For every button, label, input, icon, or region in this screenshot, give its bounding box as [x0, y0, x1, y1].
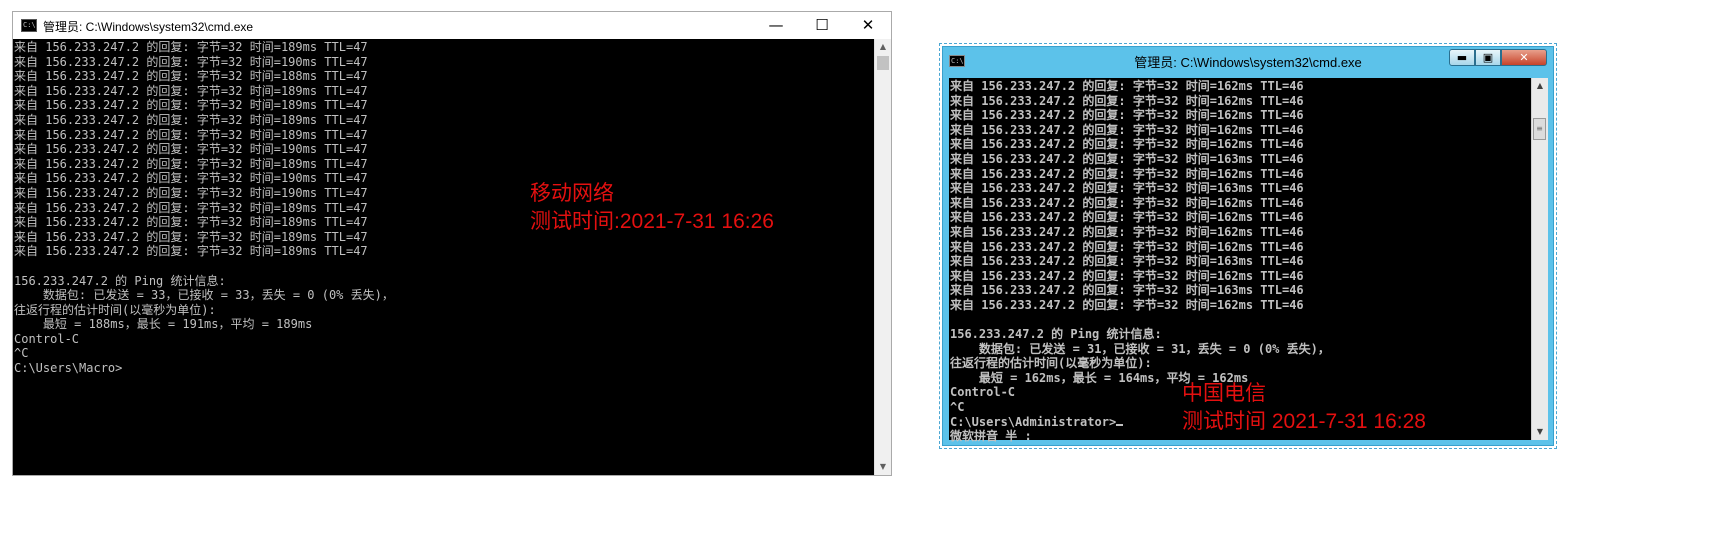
maximize-button[interactable]: ☐	[799, 12, 845, 39]
console-line: 来自 156.233.247.2 的回复: 字节=32 时间=189ms TTL…	[14, 98, 368, 113]
console-line: 数据包: 已发送 = 31，已接收 = 31，丢失 = 0 (0% 丢失)，	[950, 341, 1330, 356]
console-line: 来自 156.233.247.2 的回复: 字节=32 时间=189ms TTL…	[14, 229, 368, 244]
console-line: 最短 = 188ms，最长 = 191ms，平均 = 189ms	[14, 317, 313, 332]
console-line: 往返行程的估计时间(以毫秒为单位):	[14, 302, 216, 317]
console-line: 来自 156.233.247.2 的回复: 字节=32 时间=162ms TTL…	[950, 166, 1304, 181]
annotation-telecom: 中国电信 测试时间 2021-7-31 16:28	[1182, 380, 1426, 436]
console-line: 往返行程的估计时间(以毫秒为单位):	[950, 356, 1152, 371]
scroll-thumb[interactable]	[877, 56, 889, 70]
annotation-test-time: 测试时间:2021-7-31 16:26	[530, 210, 774, 233]
console-line: 来自 156.233.247.2 的回复: 字节=32 时间=190ms TTL…	[14, 171, 368, 186]
console-line: 来自 156.233.247.2 的回复: 字节=32 时间=162ms TTL…	[950, 122, 1304, 137]
console-line: 来自 156.233.247.2 的回复: 字节=32 时间=162ms TTL…	[950, 79, 1304, 93]
scroll-down-arrow-icon[interactable]: ▼	[875, 459, 891, 475]
vertical-scrollbar[interactable]: ▲ ≡ ▼	[1531, 78, 1548, 440]
console-line: 156.233.247.2 的 Ping 统计信息:	[14, 273, 226, 288]
console-line: 数据包: 已发送 = 33，已接收 = 33，丢失 = 0 (0% 丢失)，	[14, 288, 394, 303]
console-line: 来自 156.233.247.2 的回复: 字节=32 时间=162ms TTL…	[950, 224, 1304, 239]
console-line: 来自 156.233.247.2 的回复: 字节=32 时间=189ms TTL…	[14, 83, 368, 98]
scroll-thumb[interactable]: ≡	[1533, 118, 1546, 140]
cmd-app-icon: C:\	[21, 19, 37, 32]
console-line: ^C	[14, 346, 29, 361]
console-line: 来自 156.233.247.2 的回复: 字节=32 时间=162ms TTL…	[950, 108, 1304, 123]
console-line: 来自 156.233.247.2 的回复: 字节=32 时间=188ms TTL…	[14, 69, 368, 84]
console-line: 来自 156.233.247.2 的回复: 字节=32 时间=163ms TTL…	[950, 151, 1304, 166]
console-line: 来自 156.233.247.2 的回复: 字节=32 时间=189ms TTL…	[14, 127, 368, 142]
scroll-down-arrow-icon[interactable]: ▼	[1532, 424, 1548, 440]
console-line: 来自 156.233.247.2 的回复: 字节=32 时间=190ms TTL…	[14, 185, 368, 200]
annotation-mobile: 移动网络 测试时间:2021-7-31 16:26	[530, 180, 774, 236]
console-line: 来自 156.233.247.2 的回复: 字节=32 时间=163ms TTL…	[950, 283, 1304, 298]
console-line: 来自 156.233.247.2 的回复: 字节=32 时间=162ms TTL…	[950, 239, 1304, 254]
console-line: 来自 156.233.247.2 的回复: 字节=32 时间=162ms TTL…	[950, 93, 1304, 108]
scroll-up-arrow-icon[interactable]: ▲	[1532, 78, 1548, 94]
text-cursor	[1116, 423, 1124, 426]
vertical-scrollbar[interactable]: ▲ ▼	[874, 39, 891, 475]
annotation-test-time: 测试时间 2021-7-31 16:28	[1182, 410, 1426, 433]
console-line: 来自 156.233.247.2 的回复: 字节=32 时间=163ms TTL…	[950, 181, 1304, 196]
console-line: 来自 156.233.247.2 的回复: 字节=32 时间=189ms TTL…	[14, 215, 368, 230]
window-title: 管理员: C:\Windows\system32\cmd.exe	[43, 20, 254, 34]
console-line: 来自 156.233.247.2 的回复: 字节=32 时间=189ms TTL…	[14, 156, 368, 171]
console-line: 来自 156.233.247.2 的回复: 字节=32 时间=162ms TTL…	[950, 195, 1304, 210]
console-line: Control-C	[14, 331, 80, 346]
maximize-button[interactable]: ▣	[1475, 49, 1501, 66]
close-button[interactable]: ✕	[1501, 49, 1547, 66]
close-button[interactable]: ✕	[845, 12, 891, 39]
console-line: 来自 156.233.247.2 的回复: 字节=32 时间=190ms TTL…	[14, 54, 368, 69]
console-line: 来自 156.233.247.2 的回复: 字节=32 时间=189ms TTL…	[14, 200, 368, 215]
console-line: 来自 156.233.247.2 的回复: 字节=32 时间=163ms TTL…	[950, 254, 1304, 269]
window-controls: ▬ ▣ ✕	[1449, 49, 1547, 68]
console-output[interactable]: 来自 156.233.247.2 的回复: 字节=32 时间=189ms TTL…	[13, 39, 876, 475]
minimize-button[interactable]: ▬	[1449, 49, 1475, 66]
console-line: C:\Users\Macro>	[14, 361, 123, 376]
title-bar[interactable]: C:\ 管理员: C:\Windows\system32\cmd.exe — ☐…	[13, 12, 891, 39]
console-line: 来自 156.233.247.2 的回复: 字节=32 时间=162ms TTL…	[950, 210, 1304, 225]
console-line: 来自 156.233.247.2 的回复: 字节=32 时间=162ms TTL…	[950, 137, 1304, 152]
minimize-button[interactable]: —	[753, 12, 799, 39]
annotation-network-label: 移动网络	[530, 182, 614, 205]
scroll-up-arrow-icon[interactable]: ▲	[875, 39, 891, 55]
console-line: 来自 156.233.247.2 的回复: 字节=32 时间=189ms TTL…	[14, 40, 368, 54]
cmd-window-mobile[interactable]: C:\ 管理员: C:\Windows\system32\cmd.exe — ☐…	[12, 11, 892, 476]
console-line: 来自 156.233.247.2 的回复: 字节=32 时间=189ms TTL…	[14, 244, 368, 259]
console-lines: 来自 156.233.247.2 的回复: 字节=32 时间=189ms TTL…	[14, 40, 394, 376]
console-line: 156.233.247.2 的 Ping 统计信息:	[950, 327, 1162, 342]
console-line: 来自 156.233.247.2 的回复: 字节=32 时间=189ms TTL…	[14, 112, 368, 127]
console-line: 来自 156.233.247.2 的回复: 字节=32 时间=190ms TTL…	[14, 142, 368, 157]
annotation-network-label: 中国电信	[1182, 382, 1266, 405]
console-line: 来自 156.233.247.2 的回复: 字节=32 时间=162ms TTL…	[950, 297, 1304, 312]
console-line: 来自 156.233.247.2 的回复: 字节=32 时间=162ms TTL…	[950, 268, 1304, 283]
